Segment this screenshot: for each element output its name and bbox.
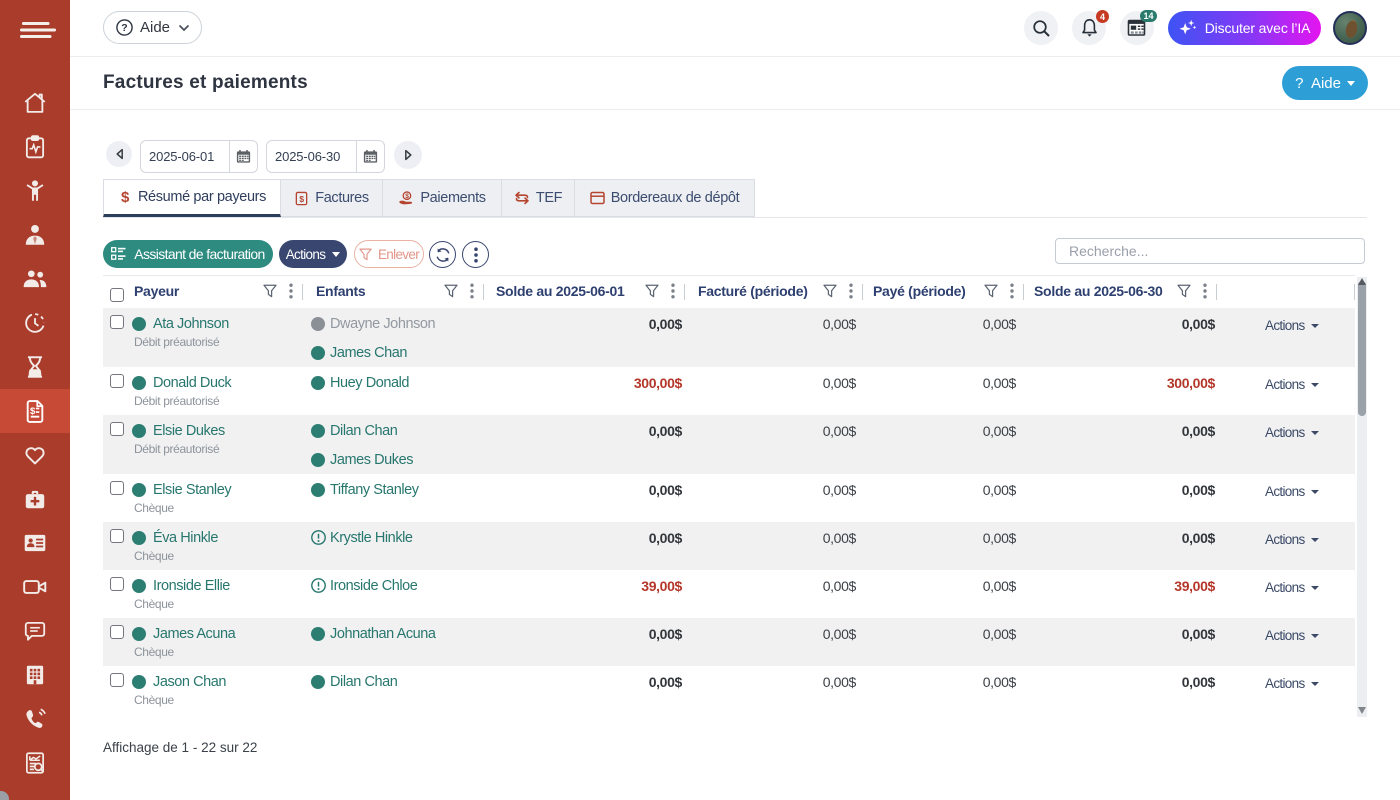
svg-text:$: $ [30, 406, 36, 417]
svg-text:?: ? [121, 22, 127, 34]
svg-text:$: $ [300, 193, 305, 203]
svg-text:$: $ [121, 190, 130, 205]
